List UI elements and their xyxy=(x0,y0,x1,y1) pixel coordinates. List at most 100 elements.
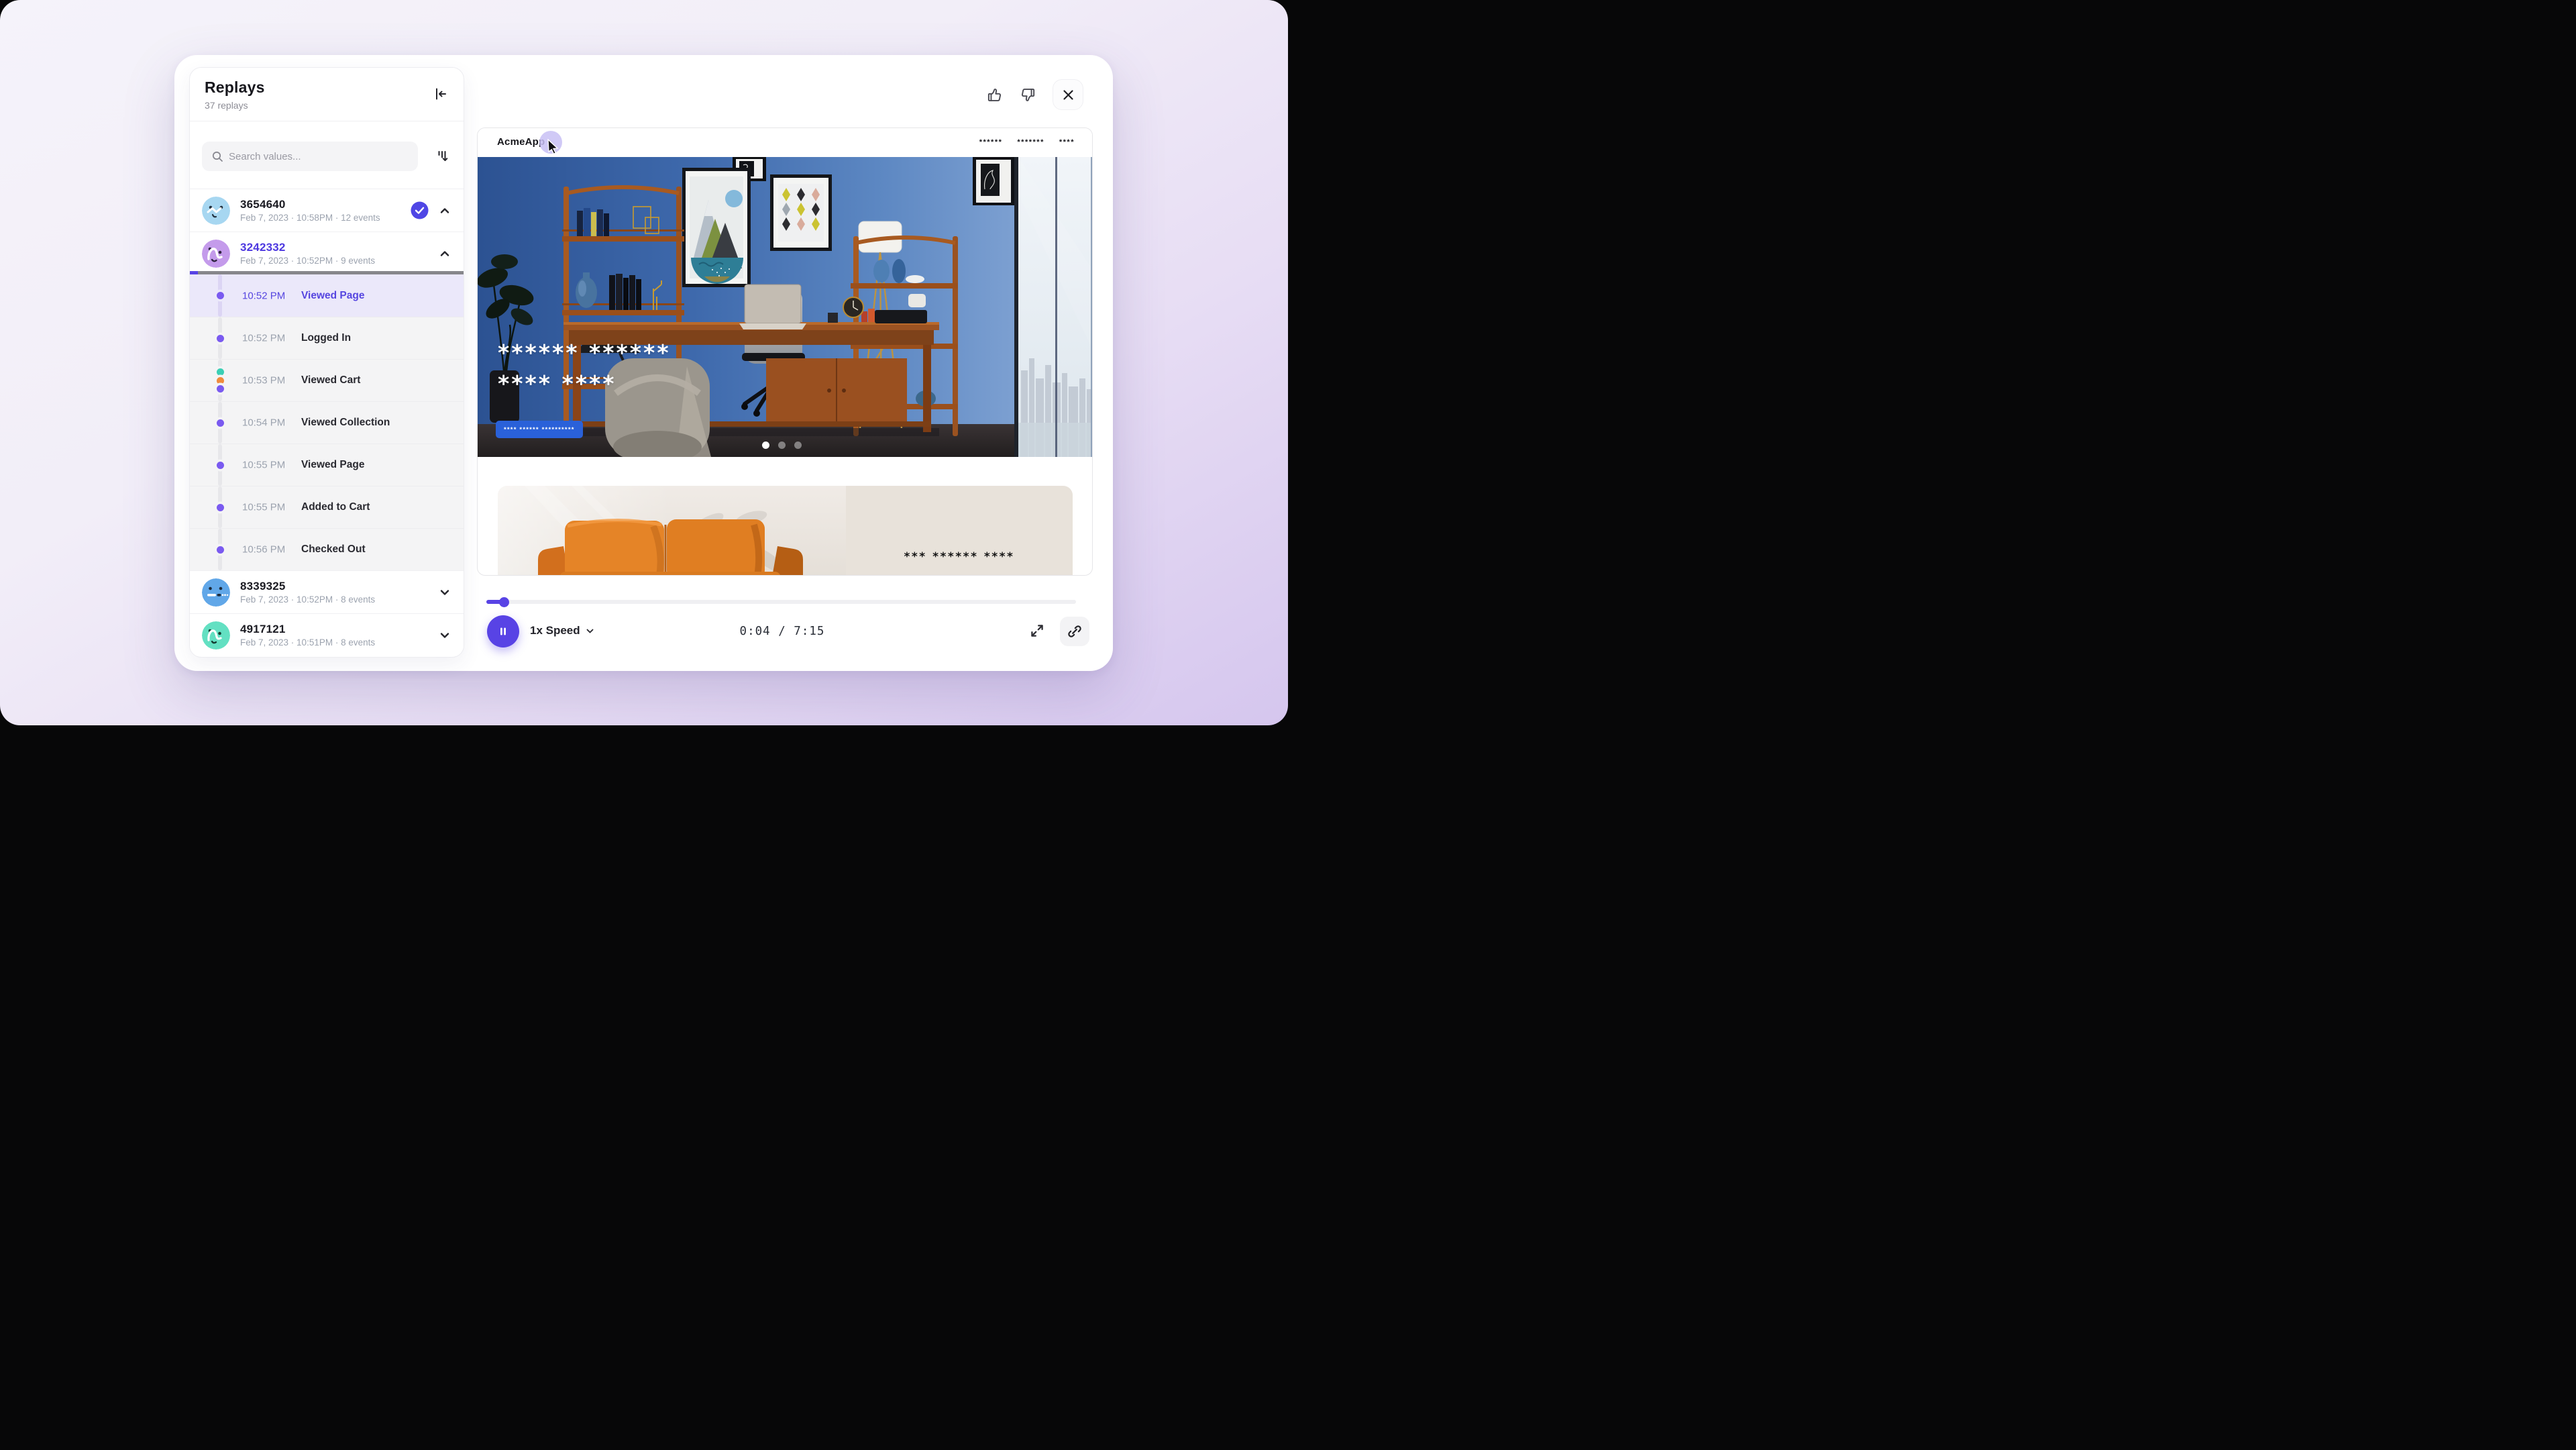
event-time: 10:55 PM xyxy=(242,460,285,471)
event-name: Viewed Page xyxy=(301,459,364,471)
event-row[interactable]: 10:55 PM Added to Cart xyxy=(190,486,464,528)
event-row[interactable]: 10:53 PM Viewed Cart xyxy=(190,359,464,401)
sort-descending-icon xyxy=(435,148,451,164)
session-meta: Feb 7, 2023 · 10:58PM · 12 events xyxy=(240,213,400,223)
collapse-panel-left-icon xyxy=(433,86,449,102)
thumbs-down-button[interactable] xyxy=(1015,82,1040,107)
event-dot xyxy=(217,504,224,511)
replay-viewport: AcmeApp ****** ******* **** xyxy=(477,127,1093,576)
session-avatar xyxy=(202,578,230,607)
event-time: 10:52 PM xyxy=(242,333,285,344)
session-avatar xyxy=(202,197,230,225)
sofa-photo-scene xyxy=(498,486,846,576)
search-icon xyxy=(211,150,224,163)
thumbs-up-button[interactable] xyxy=(981,82,1007,107)
app-window: Replays 37 replays xyxy=(0,0,1288,725)
speed-label: 1x Speed xyxy=(530,624,580,637)
session-row[interactable]: 4917121 Feb 7, 2023 · 10:51PM · 8 events xyxy=(190,613,464,656)
event-dot-orange xyxy=(217,377,224,384)
pause-button[interactable] xyxy=(487,615,519,648)
hero-office-photo xyxy=(478,157,1092,457)
chevron-down-icon[interactable] xyxy=(438,586,451,599)
event-dot xyxy=(217,546,224,554)
copy-link-button[interactable] xyxy=(1060,617,1089,646)
carousel-dot[interactable] xyxy=(778,442,786,449)
section-heading-masked: *** ****** **** xyxy=(846,550,1073,564)
session-avatar xyxy=(202,240,230,268)
chevron-down-icon[interactable] xyxy=(438,629,451,642)
session-icons xyxy=(438,629,451,642)
event-row[interactable]: 10:55 PM Viewed Page xyxy=(190,444,464,486)
hero-heading-masked-line1: ****** ****** xyxy=(498,340,671,366)
event-name: Checked Out xyxy=(301,543,366,556)
collapse-sidebar-button[interactable] xyxy=(430,84,451,105)
event-dot xyxy=(217,462,224,469)
session-text: 3242332 Feb 7, 2023 · 10:52PM · 9 events xyxy=(240,241,428,266)
session-id-active: 3242332 xyxy=(240,241,428,254)
speed-dropdown[interactable]: 1x Speed xyxy=(530,624,595,637)
event-time: 10:55 PM xyxy=(242,502,285,513)
event-dot-teal xyxy=(217,368,224,376)
event-dot-purple xyxy=(217,385,224,393)
link-icon xyxy=(1067,623,1083,639)
mouse-cursor-icon xyxy=(547,139,562,155)
site-hero: ****** ****** **** **** **** ****** ****… xyxy=(478,157,1092,457)
expand-icon xyxy=(1028,622,1046,639)
event-name: Viewed Collection xyxy=(301,417,390,429)
event-name: Added to Cart xyxy=(301,501,370,513)
session-meta: Feb 7, 2023 · 10:52PM · 8 events xyxy=(240,594,428,605)
carousel-dots xyxy=(762,442,802,449)
session-text: 4917121 Feb 7, 2023 · 10:51PM · 8 events xyxy=(240,623,428,648)
replay-modal: Replays 37 replays xyxy=(174,55,1113,671)
nav-item-masked[interactable]: **** xyxy=(1059,138,1075,146)
sort-button[interactable] xyxy=(431,146,454,168)
session-icons xyxy=(438,247,451,260)
site-logo: AcmeApp xyxy=(497,136,545,148)
sidebar-header: Replays 37 replays xyxy=(190,68,464,121)
thumbs-down-icon xyxy=(1019,86,1037,104)
carousel-dot-active[interactable] xyxy=(762,442,769,449)
event-list: 10:52 PM Viewed Page 10:52 PM Logged In … xyxy=(190,274,464,570)
chevron-up-icon[interactable] xyxy=(438,247,451,260)
nav-item-masked[interactable]: ******* xyxy=(1017,138,1044,146)
replayed-site-navbar: AcmeApp ****** ******* **** xyxy=(478,128,1092,157)
watched-check-badge xyxy=(411,201,429,219)
event-time: 10:53 PM xyxy=(242,375,285,386)
carousel-dot[interactable] xyxy=(794,442,802,449)
event-row[interactable]: 10:56 PM Checked Out xyxy=(190,528,464,570)
close-button[interactable] xyxy=(1053,79,1083,110)
scrubber-handle[interactable] xyxy=(499,597,509,607)
session-row[interactable]: 8339325 Feb 7, 2023 · 10:52PM · 8 events xyxy=(190,570,464,613)
session-row-active[interactable]: 3242332 Feb 7, 2023 · 10:52PM · 9 events xyxy=(190,231,464,274)
event-time: 10:56 PM xyxy=(242,544,285,556)
replays-sidebar: Replays 37 replays xyxy=(189,67,464,658)
chevron-down-icon xyxy=(585,626,595,636)
hero-cta-button-masked[interactable]: **** ****** ********** xyxy=(496,421,583,438)
site-section-card: *** ****** **** xyxy=(498,486,1073,576)
pause-icon xyxy=(496,625,510,638)
session-text: 3654640 Feb 7, 2023 · 10:58PM · 12 event… xyxy=(240,198,400,223)
event-row[interactable]: 10:54 PM Viewed Collection xyxy=(190,401,464,444)
sofa-photo xyxy=(498,486,846,576)
session-meta: Feb 7, 2023 · 10:52PM · 9 events xyxy=(240,256,428,266)
time-current: 0:04 xyxy=(740,625,771,638)
session-icons xyxy=(411,201,451,219)
close-icon xyxy=(1062,89,1075,101)
search-input[interactable] xyxy=(229,142,410,171)
event-row-current[interactable]: 10:52 PM Viewed Page xyxy=(190,274,464,317)
session-id: 4917121 xyxy=(240,623,428,636)
chevron-up-icon[interactable] xyxy=(438,204,451,217)
event-name: Viewed Page xyxy=(301,290,364,302)
session-row[interactable]: 3654640 Feb 7, 2023 · 10:58PM · 12 event… xyxy=(190,189,464,231)
event-row[interactable]: 10:52 PM Logged In xyxy=(190,317,464,359)
session-id: 3654640 xyxy=(240,198,400,211)
playback-time: 0:04 / 7:15 xyxy=(688,625,876,638)
fullscreen-button[interactable] xyxy=(1024,618,1050,643)
page-title: Replays xyxy=(205,79,449,97)
event-dot xyxy=(217,335,224,342)
search-row xyxy=(190,121,464,189)
playback-scrubber[interactable] xyxy=(486,600,1076,604)
event-time: 10:54 PM xyxy=(242,417,285,429)
event-name: Logged In xyxy=(301,332,351,344)
nav-item-masked[interactable]: ****** xyxy=(979,138,1003,146)
